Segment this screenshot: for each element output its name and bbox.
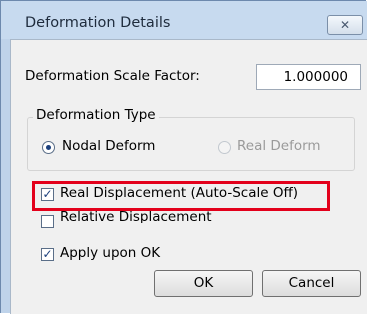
nodal-deform-label[interactable]: Nodal Deform: [62, 138, 155, 154]
real-deform-label: Real Deform: [237, 138, 321, 154]
relative-displacement-checkbox[interactable]: [41, 215, 54, 228]
deformation-type-label: Deformation Type: [33, 107, 159, 123]
relative-displacement-label[interactable]: Relative Displacement: [60, 211, 212, 223]
nodal-deform-radio[interactable]: [42, 141, 55, 154]
scale-factor-label: Deformation Scale Factor:: [25, 68, 200, 84]
scale-factor-input[interactable]: 1.000000: [256, 64, 361, 90]
dialog-client-area: Deformation Scale Factor: 1.000000 Defor…: [10, 39, 367, 314]
apply-upon-ok-checkbox[interactable]: ✓: [41, 248, 54, 261]
close-icon[interactable]: ✕: [327, 15, 363, 35]
real-deform-radio: [218, 141, 231, 154]
apply-upon-ok-label[interactable]: Apply upon OK: [60, 245, 160, 261]
ok-button[interactable]: OK: [154, 270, 253, 297]
deformation-details-dialog: Deformation Details ✕ Deformation Scale …: [0, 0, 367, 314]
dialog-title: Deformation Details: [25, 15, 171, 31]
highlight-annotation-box: [32, 181, 330, 211]
cancel-button[interactable]: Cancel: [262, 270, 361, 297]
title-bar[interactable]: Deformation Details ✕: [1, 1, 367, 39]
